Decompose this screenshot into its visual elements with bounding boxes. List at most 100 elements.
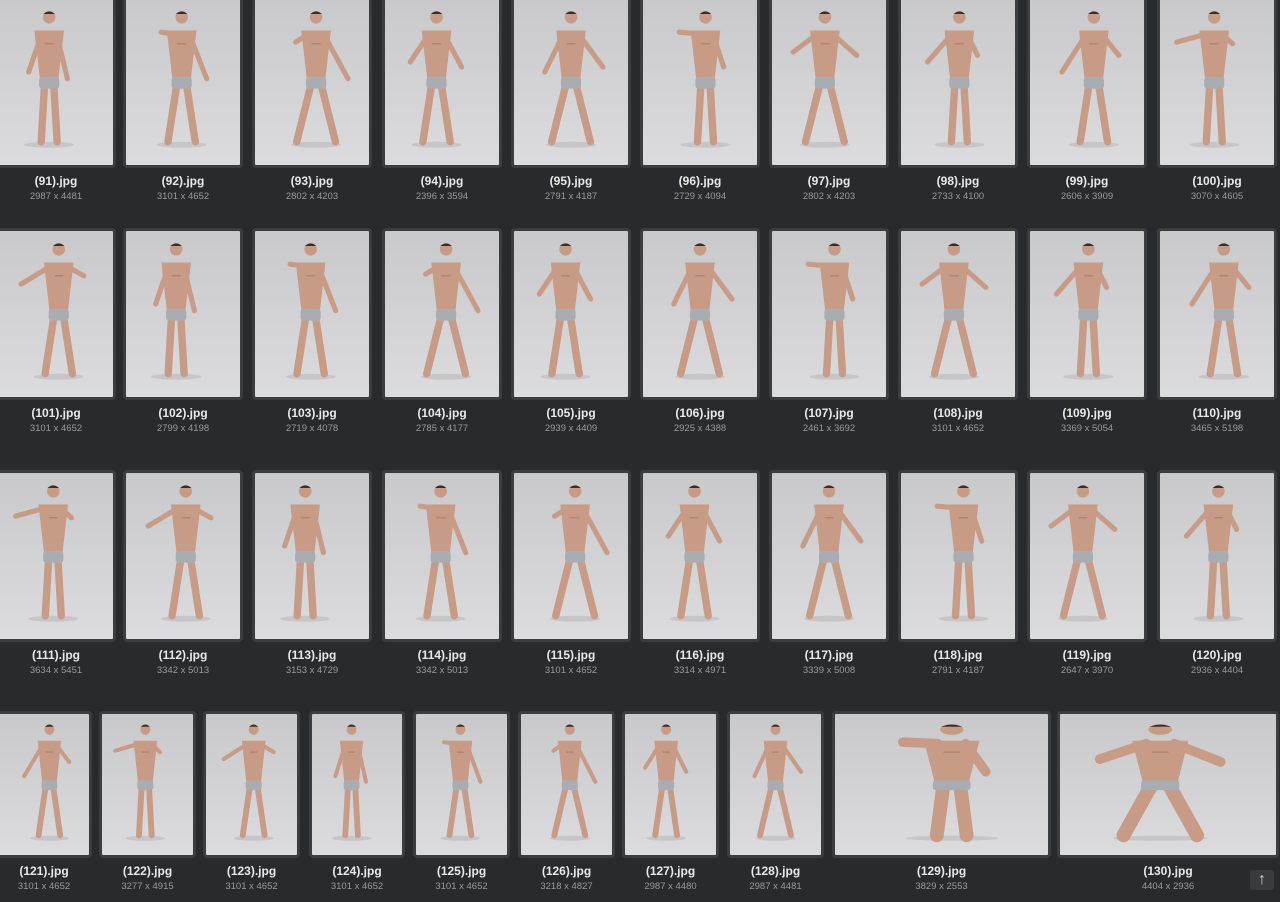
thumbnail-image[interactable] xyxy=(769,470,889,642)
thumbnail-image[interactable] xyxy=(382,228,502,400)
thumbnail-tile[interactable]: (113).jpg 3153 x 4729 xyxy=(252,470,372,686)
file-name-label: (104).jpg xyxy=(417,406,467,420)
file-name-label: (124).jpg xyxy=(332,864,382,878)
thumbnail-image[interactable] xyxy=(898,470,1018,642)
thumbnail-tile[interactable]: (117).jpg 3339 x 5008 xyxy=(769,470,889,686)
thumbnail-tile[interactable]: (98).jpg 2733 x 4100 xyxy=(898,0,1018,212)
thumbnail-image[interactable] xyxy=(203,711,300,858)
thumbnail-image[interactable] xyxy=(252,470,372,642)
image-dimensions-label: 2396 x 3594 xyxy=(415,191,469,202)
thumbnail-image[interactable] xyxy=(1157,470,1277,642)
thumbnail-tile[interactable]: (127).jpg 2987 x 4480 xyxy=(622,711,719,902)
thumbnail-image[interactable] xyxy=(309,711,405,858)
thumbnail-image[interactable] xyxy=(0,470,116,642)
thumbnail-tile[interactable]: (121).jpg 3101 x 4652 xyxy=(0,711,92,902)
image-dimensions-label: 3465 x 5198 xyxy=(1190,423,1244,434)
thumbnail-image[interactable] xyxy=(413,711,510,858)
thumbnail-tile[interactable]: (112).jpg 3342 x 5013 xyxy=(123,470,243,686)
thumbnail-image[interactable] xyxy=(898,0,1018,168)
thumbnail-image[interactable] xyxy=(640,470,760,642)
thumbnail-image[interactable] xyxy=(252,0,372,168)
thumbnail-tile[interactable]: (129).jpg 3829 x 2553 xyxy=(832,711,1051,902)
thumbnail-image[interactable] xyxy=(382,470,502,642)
thumbnail-tile[interactable]: (100).jpg 3070 x 4605 xyxy=(1157,0,1277,212)
image-dimensions-label: 2791 x 4187 xyxy=(544,191,598,202)
thumbnail-tile[interactable]: (101).jpg 3101 x 4652 xyxy=(0,228,116,444)
thumbnail-tile[interactable]: (123).jpg 3101 x 4652 xyxy=(203,711,300,902)
thumbnail-tile[interactable]: (95).jpg 2791 x 4187 xyxy=(511,0,631,212)
thumbnail-tile[interactable]: (103).jpg 2719 x 4078 xyxy=(252,228,372,444)
thumbnail-tile[interactable]: (107).jpg 2461 x 3692 xyxy=(769,228,889,444)
thumbnail-image[interactable] xyxy=(1057,711,1279,858)
thumbnail-tile[interactable]: (105).jpg 2939 x 4409 xyxy=(511,228,631,444)
thumbnail-image[interactable] xyxy=(832,711,1051,858)
image-dimensions-label: 4404 x 2936 xyxy=(1141,881,1195,892)
file-name-label: (97).jpg xyxy=(807,174,851,188)
thumbnail-image[interactable] xyxy=(252,228,372,400)
thumbnail-tile[interactable]: (92).jpg 3101 x 4652 xyxy=(123,0,243,212)
thumbnail-tile[interactable]: (94).jpg 2396 x 3594 xyxy=(382,0,502,212)
file-name-label: (127).jpg xyxy=(645,864,696,878)
thumbnail-tile[interactable]: (102).jpg 2799 x 4198 xyxy=(123,228,243,444)
thumbnail-tile[interactable]: (128).jpg 2987 x 4481 xyxy=(727,711,824,902)
thumbnail-image[interactable] xyxy=(518,711,615,858)
thumbnail-image[interactable] xyxy=(1027,0,1147,168)
thumbnail-image[interactable] xyxy=(1027,228,1147,400)
thumbnail-tile[interactable]: (96).jpg 2729 x 4094 xyxy=(640,0,760,212)
file-name-label: (120).jpg xyxy=(1192,648,1242,662)
thumbnail-tile[interactable]: (104).jpg 2785 x 4177 xyxy=(382,228,502,444)
thumbnail-tile[interactable]: (124).jpg 3101 x 4652 xyxy=(309,711,405,902)
thumbnail-image[interactable] xyxy=(123,228,243,400)
thumbnail-tile[interactable]: (109).jpg 3369 x 5054 xyxy=(1027,228,1147,444)
thumbnail-tile[interactable]: (106).jpg 2925 x 4388 xyxy=(640,228,760,444)
thumbnail-tile[interactable]: (111).jpg 3634 x 5451 xyxy=(0,470,116,686)
thumbnail-image[interactable] xyxy=(0,228,116,400)
image-dimensions-label: 3218 x 4827 xyxy=(540,881,593,892)
file-name-label: (103).jpg xyxy=(287,406,337,420)
image-dimensions-label: 3634 x 5451 xyxy=(29,665,83,676)
thumbnail-tile[interactable]: (97).jpg 2802 x 4203 xyxy=(769,0,889,212)
image-dimensions-label: 3339 x 5008 xyxy=(802,665,856,676)
thumbnail-image[interactable] xyxy=(99,711,196,858)
thumbnail-tile[interactable]: (130).jpg 4404 x 2936 xyxy=(1057,711,1279,902)
thumbnail-image[interactable] xyxy=(769,228,889,400)
thumbnail-image[interactable] xyxy=(1157,0,1277,168)
thumbnail-tile[interactable]: (99).jpg 2606 x 3909 xyxy=(1027,0,1147,212)
thumbnail-image[interactable] xyxy=(123,0,243,168)
thumbnail-tile[interactable]: (91).jpg 2987 x 4481 xyxy=(0,0,116,212)
file-name-label: (112).jpg xyxy=(158,648,208,662)
thumbnail-image[interactable] xyxy=(640,0,760,168)
thumbnail-tile[interactable]: (110).jpg 3465 x 5198 xyxy=(1157,228,1277,444)
thumbnail-image[interactable] xyxy=(511,470,631,642)
thumbnail-tile[interactable]: (93).jpg 2802 x 4203 xyxy=(252,0,372,212)
thumbnail-tile[interactable]: (122).jpg 3277 x 4915 xyxy=(99,711,196,902)
thumbnail-tile[interactable]: (116).jpg 3314 x 4971 xyxy=(640,470,760,686)
thumbnail-image[interactable] xyxy=(769,0,889,168)
thumbnail-image[interactable] xyxy=(382,0,502,168)
file-name-label: (100).jpg xyxy=(1192,174,1242,188)
thumbnail-image[interactable] xyxy=(1027,470,1147,642)
thumbnail-tile[interactable]: (125).jpg 3101 x 4652 xyxy=(413,711,510,902)
file-name-label: (98).jpg xyxy=(936,174,980,188)
thumbnail-image[interactable] xyxy=(123,470,243,642)
image-dimensions-label: 2799 x 4198 xyxy=(156,423,210,434)
thumbnail-image[interactable] xyxy=(1157,228,1277,400)
file-name-label: (111).jpg xyxy=(31,648,81,662)
thumbnail-tile[interactable]: (126).jpg 3218 x 4827 xyxy=(518,711,615,902)
scroll-to-top-button[interactable]: ↑ xyxy=(1250,870,1274,890)
thumbnail-image[interactable] xyxy=(727,711,824,858)
thumbnail-image[interactable] xyxy=(511,0,631,168)
thumbnail-image[interactable] xyxy=(0,711,92,858)
thumbnail-image[interactable] xyxy=(0,0,116,168)
thumbnail-tile[interactable]: (108).jpg 3101 x 4652 xyxy=(898,228,1018,444)
thumbnail-image[interactable] xyxy=(622,711,719,858)
thumbnail-tile[interactable]: (118).jpg 2791 x 4187 xyxy=(898,470,1018,686)
image-dimensions-label: 3101 x 4652 xyxy=(435,881,488,892)
thumbnail-tile[interactable]: (114).jpg 3342 x 5013 xyxy=(382,470,502,686)
thumbnail-tile[interactable]: (115).jpg 3101 x 4652 xyxy=(511,470,631,686)
thumbnail-tile[interactable]: (119).jpg 2647 x 3970 xyxy=(1027,470,1147,686)
thumbnail-image[interactable] xyxy=(898,228,1018,400)
thumbnail-image[interactable] xyxy=(511,228,631,400)
thumbnail-tile[interactable]: (120).jpg 2936 x 4404 xyxy=(1157,470,1277,686)
thumbnail-image[interactable] xyxy=(640,228,760,400)
